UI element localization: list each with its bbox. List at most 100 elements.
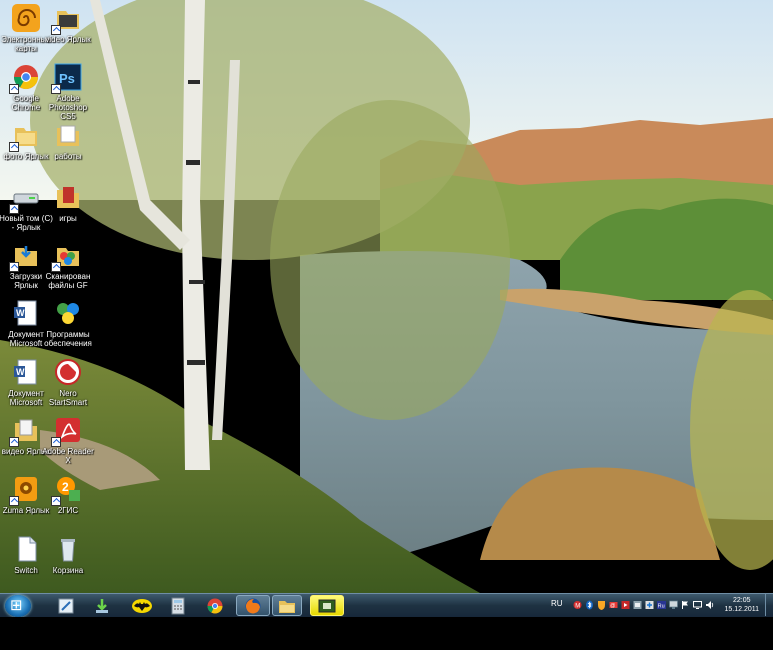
chrome-icon <box>9 62 41 94</box>
shortcut-arrow-icon <box>9 496 19 506</box>
svg-text:M: M <box>575 604 580 610</box>
system-tray: RU M @ Ru 22:05 15.12.2011 <box>543 594 773 618</box>
windows-update-icon[interactable] <box>645 600 654 610</box>
desktop-icon-video-folder[interactable]: видео Ярлык <box>2 415 50 475</box>
taskbar-download-manager-button[interactable] <box>88 595 116 616</box>
desktop-icon-label: Программы обеспечения <box>44 330 92 348</box>
screen: Электронные карты video Ярлык Google Chr… <box>0 0 773 650</box>
desktop-wallpaper <box>0 0 773 593</box>
desktop-icon-label: Nero StartSmart <box>48 389 88 407</box>
taskbar-batman-app-button[interactable] <box>128 595 156 616</box>
desktop-icon-switch[interactable]: Switch <box>2 534 50 594</box>
zuma-game-icon <box>9 474 41 506</box>
desktop-icon-label: Adobe Photoshop CS5 <box>48 94 88 121</box>
svg-text:W: W <box>16 308 25 318</box>
taskbar-active-window-button[interactable] <box>310 595 344 616</box>
spiral-maps-icon <box>11 3 41 33</box>
calculator-icon <box>171 597 185 614</box>
action-center-flag-icon[interactable] <box>681 600 690 610</box>
games-folder-icon <box>53 182 83 212</box>
batman-icon <box>132 598 152 613</box>
desktop-icon-label: 2ГИС <box>57 506 79 515</box>
desktop-icon-label: работы <box>54 152 82 161</box>
adobe-reader-icon <box>51 415 83 447</box>
desktop-icon-software-programs[interactable]: Программы обеспечения <box>44 298 92 358</box>
bluetooth-icon[interactable] <box>585 600 594 610</box>
desktop-icon-nero-startsmart[interactable]: Nero StartSmart <box>44 357 92 417</box>
folder-shortcut-icon <box>51 3 83 35</box>
chrome-icon <box>207 598 223 613</box>
shortcut-arrow-icon <box>51 262 61 272</box>
desktop-icon-downloads-shortcut[interactable]: Загрузки Ярлык <box>2 240 50 300</box>
desktop-icon-grid: Электронные карты video Ярлык Google Chr… <box>0 0 100 593</box>
2gis-icon: 2 <box>51 474 83 506</box>
svg-text:Ru: Ru <box>658 603 665 609</box>
taskbar-paint-button[interactable] <box>52 595 80 616</box>
firefox-icon <box>245 598 261 613</box>
desktop-icon-photo-shortcut[interactable]: фото Ярлык <box>2 120 50 180</box>
taskbar-explorer-button[interactable] <box>272 595 302 616</box>
desktop-icon-2gis[interactable]: 2 2ГИС <box>44 474 92 534</box>
volume-icon[interactable] <box>705 600 714 610</box>
language-indicator[interactable]: RU <box>551 599 563 608</box>
desktop-icon-games-folder[interactable]: игры <box>44 182 92 242</box>
svg-text:Ps: Ps <box>59 71 75 86</box>
security-shield-icon[interactable] <box>597 600 606 610</box>
download-manager-icon <box>96 598 108 613</box>
word-document-icon: W <box>11 298 41 328</box>
taskbar-clock[interactable]: 22:05 15.12.2011 <box>724 596 759 614</box>
updater-icon[interactable] <box>633 600 642 610</box>
nero-icon <box>53 357 83 387</box>
taskbar-chrome-button[interactable] <box>201 595 229 616</box>
display-icon[interactable] <box>693 600 702 610</box>
desktop-icon-electronic-maps[interactable]: Электронные карты <box>1 3 51 63</box>
folder-shortcut-icon <box>9 120 41 152</box>
taskbar-calculator-button[interactable] <box>164 595 192 616</box>
word-document-icon: W <box>11 357 41 387</box>
programs-icon <box>53 298 83 328</box>
mail-agent-icon[interactable]: @ <box>609 600 618 610</box>
folder-icon <box>279 600 295 613</box>
desktop-icon-photoshop[interactable]: Ps Adobe Photoshop CS5 <box>44 62 92 122</box>
screen-bottom-black-bar <box>0 617 773 650</box>
video-folder-icon <box>9 415 41 447</box>
network-icon[interactable] <box>669 600 678 610</box>
media-player-icon[interactable] <box>621 600 630 610</box>
desktop-icon-microsoft-document-1[interactable]: W Документ Microsoft <box>2 298 50 358</box>
svg-text:@: @ <box>610 603 615 609</box>
clock-time: 22:05 <box>732 597 751 604</box>
desktop-icon-drive-c-shortcut[interactable]: Новый том (C) - Ярлык <box>0 182 53 242</box>
shortcut-arrow-icon <box>51 25 61 35</box>
antivirus-icon[interactable]: M <box>573 600 582 610</box>
desktop-icon-adobe-reader[interactable]: Adobe Reader X <box>42 415 94 475</box>
desktop-icon-microsoft-document-2[interactable]: W Документ Microsoft <box>2 357 50 417</box>
desktop-icon-zuma-shortcut[interactable]: Zuma Ярлык <box>2 474 50 534</box>
desktop-icon-label: video Ярлык <box>45 35 91 44</box>
switch-doc-icon <box>11 534 41 564</box>
window-thumbnail-icon <box>318 599 336 612</box>
tree-foliage-right <box>270 100 510 420</box>
photoshop-icon: Ps <box>51 62 83 94</box>
desktop-icon-video-shortcut[interactable]: video Ярлык <box>44 3 92 63</box>
taskbar-firefox-button[interactable] <box>236 595 270 616</box>
recycle-bin-icon <box>53 534 83 564</box>
shortcut-arrow-icon <box>51 437 61 447</box>
desktop-icon-works-folder[interactable]: работы <box>44 120 92 180</box>
svg-text:2: 2 <box>62 480 69 494</box>
svg-text:W: W <box>16 367 25 377</box>
shortcut-arrow-icon <box>9 437 19 447</box>
folder-icon <box>53 120 83 150</box>
downloads-folder-icon <box>9 240 41 272</box>
desktop-icon-recycle-bin[interactable]: Корзина <box>44 534 92 594</box>
show-desktop-button[interactable] <box>765 594 773 616</box>
desktop-icon-label: игры <box>59 214 77 223</box>
shortcut-arrow-icon <box>9 84 19 94</box>
shortcut-arrow-icon <box>51 84 61 94</box>
desktop-icon-label: Adobe Reader X <box>42 447 94 465</box>
punto-switcher-icon[interactable]: Ru <box>657 600 666 610</box>
shortcut-arrow-icon <box>9 262 19 272</box>
desktop-icon-scanned-files[interactable]: Сканирован файлы GF <box>44 240 92 300</box>
taskbar: RU M @ Ru 22:05 15.12.2011 <box>0 593 773 617</box>
drive-icon <box>9 182 41 214</box>
start-button[interactable] <box>5 595 31 617</box>
